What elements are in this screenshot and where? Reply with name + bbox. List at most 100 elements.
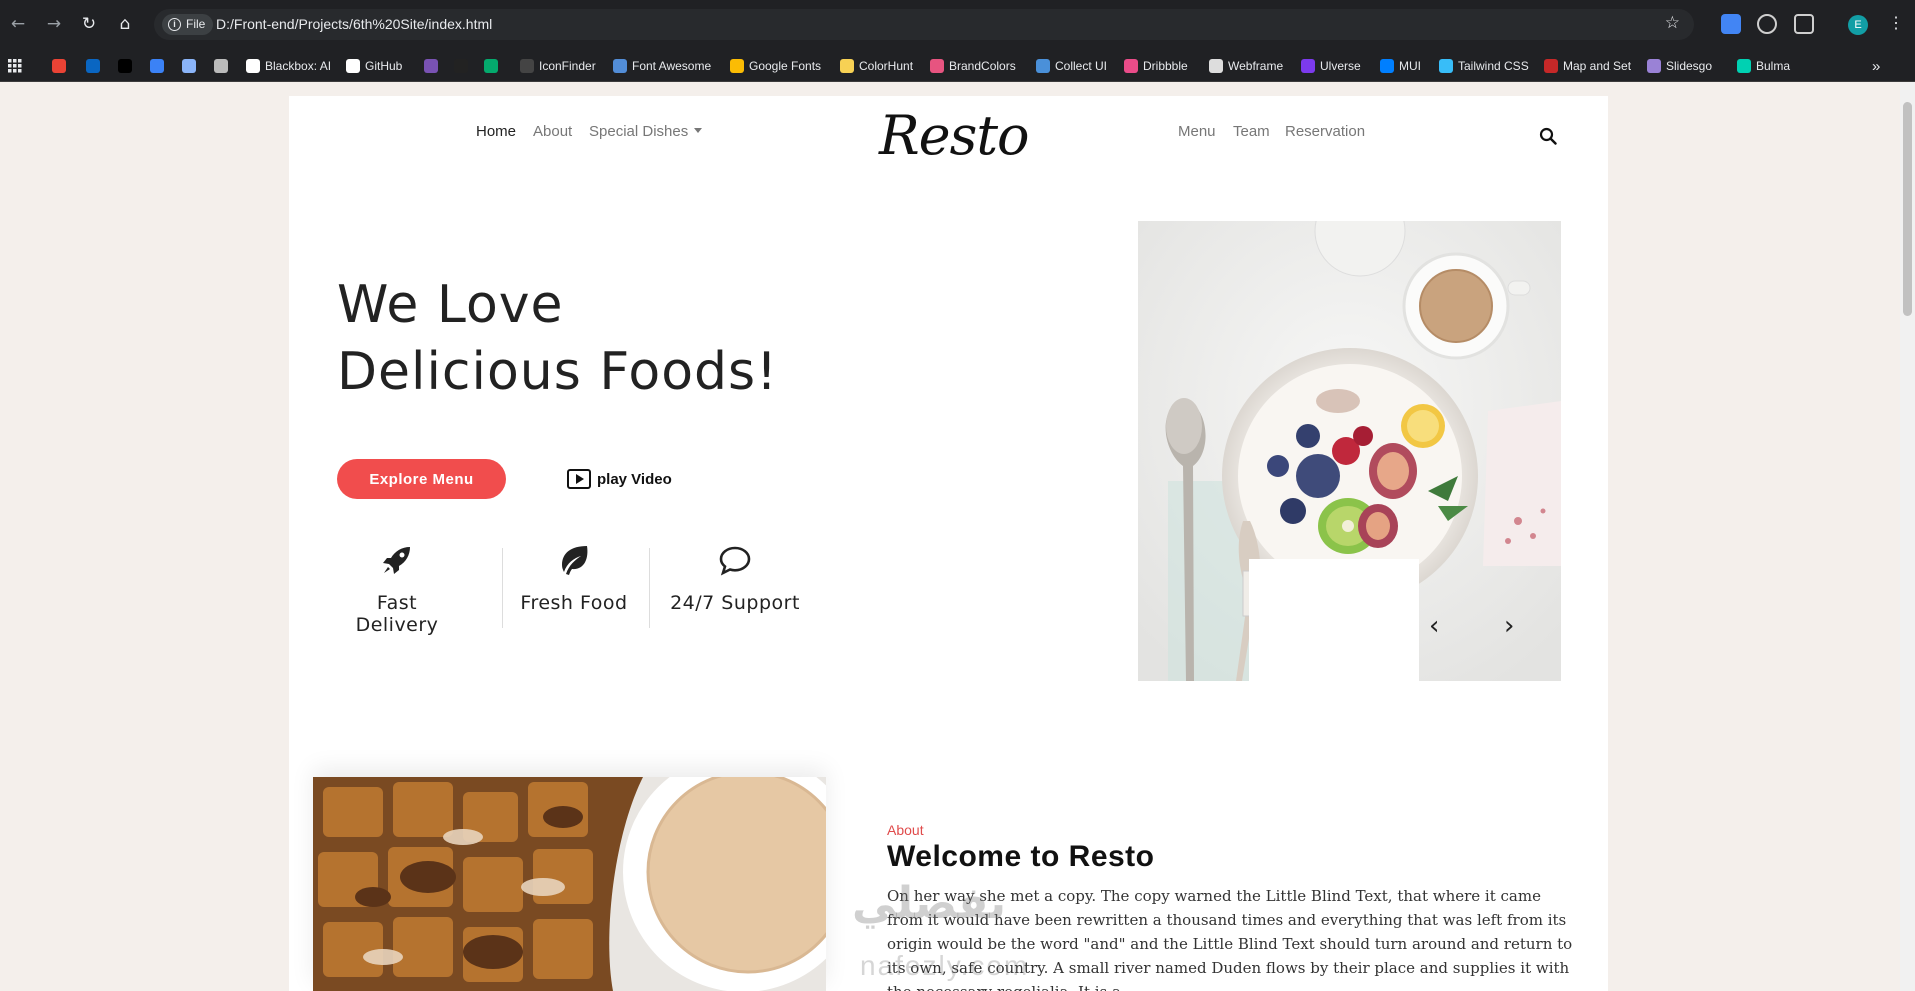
- bookmark-dribbble[interactable]: Dribbble: [1124, 57, 1188, 75]
- bookmark-medium[interactable]: [454, 57, 468, 75]
- nav-team[interactable]: Team: [1233, 123, 1270, 140]
- gmail-icon: [52, 59, 66, 73]
- openai-icon: [214, 59, 228, 73]
- reload-icon[interactable]: ↻: [77, 12, 101, 36]
- nav-reservation[interactable]: Reservation: [1285, 123, 1365, 140]
- bookmark-gemini[interactable]: [182, 57, 196, 75]
- mapset-icon: [1544, 59, 1558, 73]
- bookmark-copilot[interactable]: [150, 57, 164, 75]
- brandcolors-icon: [930, 59, 944, 73]
- info-icon: i: [168, 18, 181, 31]
- nav-special-dishes[interactable]: Special Dishes: [589, 123, 703, 140]
- bookmark-openai[interactable]: [214, 57, 228, 75]
- bulma-icon: [1737, 59, 1751, 73]
- bookmark-uiverse[interactable]: Ulverse: [1301, 57, 1361, 75]
- bookmark-label: Blackbox: AI: [265, 59, 332, 73]
- bookmark-bootstrap[interactable]: [424, 57, 438, 75]
- play-video-button[interactable]: play Video: [567, 467, 672, 491]
- bookmark-colorhunt[interactable]: ColorHunt: [840, 57, 913, 75]
- collectui-icon: [1036, 59, 1050, 73]
- feature-divider: [502, 548, 503, 628]
- hero-title: We Love Delicious Foods!: [337, 275, 778, 402]
- browser-menu-icon[interactable]: ⋮: [1888, 14, 1904, 34]
- bookmark-webframe[interactable]: Webframe: [1209, 57, 1283, 75]
- feature-fast-delivery: Fast Delivery: [337, 543, 457, 636]
- home-icon[interactable]: ⌂: [113, 12, 137, 36]
- watermark-logo: نفضلي: [852, 878, 1007, 929]
- bookmark-brandcolors[interactable]: BrandColors: [930, 57, 1016, 75]
- url-text[interactable]: D:/Front-end/Projects/6th%20Site/index.h…: [216, 16, 492, 32]
- translate-extension-icon[interactable]: [1721, 14, 1741, 34]
- bookmark-label: Google Fonts: [749, 59, 822, 73]
- explore-menu-button[interactable]: Explore Menu: [337, 459, 506, 499]
- bookmark-collectui[interactable]: Collect UI: [1036, 57, 1107, 75]
- nav-menu[interactable]: Menu: [1178, 123, 1216, 140]
- carousel-controls-panel: [1249, 559, 1419, 684]
- bookmark-label: Tailwind CSS: [1458, 59, 1529, 73]
- gemini-icon: [182, 59, 196, 73]
- bookmark-label: Webframe: [1228, 59, 1284, 73]
- leaf-icon: [562, 546, 588, 575]
- bookmark-linkedin[interactable]: [86, 57, 100, 75]
- bookmark-slidesgo[interactable]: Slidesgo: [1647, 57, 1712, 75]
- bookmark-star-icon[interactable]: ☆: [1665, 13, 1680, 33]
- about-title: Welcome to Resto: [887, 840, 1155, 873]
- iconfinder-icon: [520, 59, 534, 73]
- bookmark-x[interactable]: [118, 57, 132, 75]
- bookmark-label: Collect UI: [1055, 59, 1108, 73]
- bookmark-label: Bulma: [1756, 59, 1791, 73]
- w3schools-icon: [484, 59, 498, 73]
- chat-bubble-icon: [719, 546, 751, 576]
- address-bar[interactable]: i File D:/Front-end/Projects/6th%20Site/…: [154, 9, 1694, 40]
- bookmark-googlefonts[interactable]: Google Fonts: [730, 57, 821, 75]
- site-info-chip[interactable]: i File: [162, 14, 214, 35]
- feature-fresh-food: Fresh Food: [519, 543, 629, 614]
- bookmark-label: Font Awesome: [632, 59, 712, 73]
- bookmark-bulma[interactable]: Bulma: [1737, 57, 1790, 75]
- bookmark-fontawesome[interactable]: Font Awesome: [613, 57, 711, 75]
- site-navbar: Home About Special Dishes Resto Menu Tea…: [289, 96, 1608, 186]
- tailwind-icon: [1439, 59, 1453, 73]
- slidesgo-icon: [1647, 59, 1661, 73]
- caret-down-icon: [694, 128, 703, 133]
- nav-about[interactable]: About: [533, 123, 572, 140]
- colorhunt-icon: [840, 59, 854, 73]
- bookmark-mapset[interactable]: Map and Set: [1544, 57, 1631, 75]
- react-devtools-icon[interactable]: [1757, 14, 1777, 34]
- bookmarks-bar: » Blackbox: AI GitHub IconFinder Font Aweso…: [0, 49, 1915, 82]
- about-kicker: About: [887, 822, 924, 838]
- x-icon: [118, 59, 132, 73]
- fontawesome-icon: [613, 59, 627, 73]
- apps-grid-icon[interactable]: [8, 57, 22, 75]
- bookmark-blackbox[interactable]: Blackbox: AI: [246, 57, 331, 75]
- bookmark-label: GitHub: [365, 59, 403, 73]
- forward-arrow-icon[interactable]: →: [42, 12, 66, 36]
- extensions-puzzle-icon[interactable]: [1794, 14, 1814, 34]
- bookmark-label: IconFinder: [539, 59, 596, 73]
- nav-home[interactable]: Home: [476, 123, 516, 140]
- bookmark-mui[interactable]: MUI: [1380, 57, 1421, 75]
- bookmark-label: Ulverse: [1320, 59, 1361, 73]
- bookmark-gmail[interactable]: [52, 57, 66, 75]
- more-bookmarks-icon[interactable]: »: [1872, 57, 1880, 75]
- search-icon[interactable]: [1539, 127, 1557, 145]
- browser-toolbar: ← → ↻ ⌂ i File D:/Front-end/Projects/6th…: [0, 0, 1915, 49]
- bookmark-tailwind[interactable]: Tailwind CSS: [1439, 57, 1529, 75]
- about-waffle-image: [313, 777, 826, 991]
- site-logo[interactable]: Resto: [879, 104, 1030, 167]
- back-arrow-icon[interactable]: ←: [6, 12, 30, 36]
- bookmark-github[interactable]: GitHub: [346, 57, 402, 75]
- page-scrollbar[interactable]: [1900, 82, 1915, 991]
- bookmark-label: MUI: [1399, 59, 1421, 73]
- carousel-next-arrow-icon[interactable]: ›: [1504, 613, 1524, 639]
- webframe-icon: [1209, 59, 1223, 73]
- copilot-icon: [150, 59, 164, 73]
- profile-avatar[interactable]: E: [1848, 15, 1868, 35]
- bookmark-label: ColorHunt: [859, 59, 914, 73]
- bookmark-label: Dribbble: [1143, 59, 1188, 73]
- scroll-thumb[interactable]: [1903, 102, 1912, 316]
- carousel-prev-arrow-icon[interactable]: ‹: [1429, 613, 1449, 639]
- bookmark-iconfinder[interactable]: IconFinder: [520, 57, 596, 75]
- bookmark-w3schools[interactable]: [484, 57, 498, 75]
- blackbox-icon: [246, 59, 260, 73]
